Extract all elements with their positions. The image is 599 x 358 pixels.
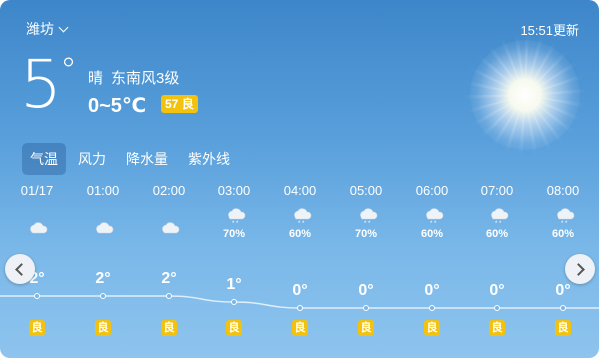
degree-symbol: ° bbox=[60, 51, 77, 91]
hour-aqi-badge: 良 bbox=[95, 320, 111, 336]
svg-text:* *: * * bbox=[495, 221, 502, 226]
metric-tabs: 气温 风力 降水量 紫外线 bbox=[22, 143, 238, 175]
snow-cloud-icon: * * bbox=[360, 208, 378, 226]
hour-temperature: 1° bbox=[226, 276, 242, 293]
hour-aqi-badge: 良 bbox=[424, 320, 440, 336]
hour-aqi-badge: 良 bbox=[226, 320, 242, 336]
aqi-value: 57 bbox=[165, 97, 179, 111]
current-condition: 晴东南风3级 bbox=[88, 67, 179, 88]
city-selector[interactable]: 潍坊 bbox=[26, 19, 69, 39]
hour-aqi-badge: 良 bbox=[292, 320, 308, 336]
hourly-forecast: 01/17 2° 良 01:00 2° 良 02:00 2° 良 03:00 * * 70% 1° 良 04… bbox=[0, 180, 599, 350]
cloudy-icon bbox=[96, 222, 114, 234]
weather-condition: 晴 bbox=[88, 70, 104, 87]
temperature-point bbox=[494, 305, 500, 311]
tab-precipitation[interactable]: 降水量 bbox=[118, 143, 176, 175]
hour-label: 05:00 bbox=[349, 183, 383, 198]
hour-temperature: 0° bbox=[424, 282, 440, 299]
temperature-point bbox=[560, 305, 566, 311]
hour-temperature: 2° bbox=[95, 270, 111, 287]
hour-temperature: 0° bbox=[292, 282, 308, 299]
hour-aqi-badge: 良 bbox=[358, 320, 374, 336]
temperature-point bbox=[429, 305, 435, 311]
temperature-point bbox=[297, 305, 303, 311]
tab-temperature[interactable]: 气温 bbox=[22, 143, 66, 175]
hour-aqi-badge: 良 bbox=[489, 320, 505, 336]
hour-temperature: 0° bbox=[555, 282, 571, 299]
temperature-point bbox=[166, 293, 172, 299]
scroll-left-button[interactable] bbox=[5, 254, 35, 284]
precip-probability: 70% bbox=[222, 228, 246, 240]
scroll-right-button[interactable] bbox=[565, 254, 595, 284]
precip-probability: 60% bbox=[288, 228, 312, 240]
svg-text:* *: * * bbox=[298, 221, 305, 226]
aqi-label: 良 bbox=[181, 97, 194, 111]
snow-cloud-icon: * * bbox=[294, 208, 312, 226]
hour-label: 04:00 bbox=[283, 183, 317, 198]
hour-aqi-badge: 良 bbox=[161, 320, 177, 336]
hour-label: 07:00 bbox=[480, 183, 514, 198]
hour-label: 02:00 bbox=[152, 183, 186, 198]
hour-label: 01:00 bbox=[86, 183, 120, 198]
svg-text:* *: * * bbox=[364, 221, 371, 226]
current-temperature: 5 bbox=[20, 46, 62, 123]
wind-info: 东南风3级 bbox=[111, 70, 180, 87]
temperature-point bbox=[100, 293, 106, 299]
chevron-down-icon bbox=[58, 22, 69, 32]
snow-cloud-icon: * * bbox=[426, 208, 444, 226]
weather-card: 潍坊 15:51更新 5 ° 晴东南风3级 0~5℃ 57 良 气温 风力 降水… bbox=[0, 0, 599, 358]
tab-wind[interactable]: 风力 bbox=[70, 143, 114, 175]
hour-aqi-badge: 良 bbox=[555, 320, 571, 336]
precip-probability: 60% bbox=[420, 228, 444, 240]
update-time: 15:51更新 bbox=[520, 23, 579, 38]
cloudy-icon bbox=[162, 222, 180, 234]
svg-text:* *: * * bbox=[561, 221, 568, 226]
precip-probability: 60% bbox=[551, 228, 575, 240]
city-name: 潍坊 bbox=[26, 21, 54, 37]
snow-cloud-icon: * * bbox=[228, 208, 246, 226]
svg-text:* *: * * bbox=[232, 221, 239, 226]
temperature-point bbox=[34, 293, 40, 299]
hour-temperature: 2° bbox=[161, 270, 177, 287]
precip-probability: 60% bbox=[485, 228, 509, 240]
sun-icon bbox=[470, 40, 580, 150]
snow-cloud-icon: * * bbox=[491, 208, 509, 226]
temperature-range: 0~5℃ bbox=[88, 95, 147, 117]
precip-probability: 70% bbox=[354, 228, 378, 240]
hour-aqi-badge: 良 bbox=[29, 320, 45, 336]
temperature-point bbox=[231, 299, 237, 305]
temperature-point bbox=[363, 305, 369, 311]
snow-cloud-icon: * * bbox=[557, 208, 575, 226]
hour-label: 01/17 bbox=[20, 183, 54, 198]
aqi-badge[interactable]: 57 良 bbox=[161, 95, 198, 113]
hour-temperature: 0° bbox=[489, 282, 505, 299]
hour-label: 03:00 bbox=[217, 183, 251, 198]
svg-text:* *: * * bbox=[430, 221, 437, 226]
hour-label: 06:00 bbox=[415, 183, 449, 198]
hour-label: 08:00 bbox=[546, 183, 580, 198]
tab-uv[interactable]: 紫外线 bbox=[180, 143, 238, 175]
hour-temperature: 0° bbox=[358, 282, 374, 299]
cloudy-icon bbox=[30, 222, 48, 234]
